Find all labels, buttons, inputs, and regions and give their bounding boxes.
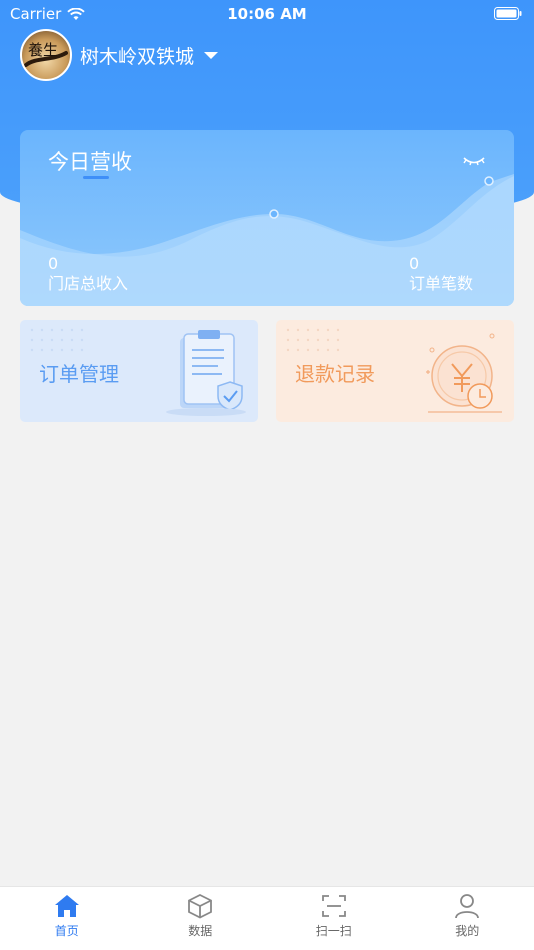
title-underline (83, 176, 109, 179)
store-avatar[interactable]: 養生 (20, 29, 72, 81)
tab-data-label: 数据 (188, 924, 213, 938)
store-income-stat: 0 门店总收入 (48, 254, 128, 294)
battery-icon (494, 7, 522, 20)
status-time: 10:06 AM (227, 5, 307, 23)
clipboard-shield-icon (166, 330, 246, 416)
tab-scan[interactable]: 扫一扫 (267, 887, 401, 950)
store-income-value: 0 (48, 254, 59, 273)
order-management-label[interactable]: 订单管理 (39, 358, 119, 387)
svg-text:養生: 養生 (28, 41, 58, 59)
revenue-title: 今日营收 (48, 150, 132, 174)
refund-records-tile[interactable]: 退款记录 (276, 320, 514, 422)
bottom-tab-bar: 首页 数据 扫一扫 我的 (0, 886, 534, 950)
user-icon (455, 894, 480, 919)
yuan-coin-clock-icon (426, 333, 502, 413)
refund-records-label[interactable]: 退款记录 (295, 358, 375, 387)
tab-profile-label: 我的 (455, 924, 480, 938)
chevron-down-icon[interactable] (204, 51, 219, 59)
scan-icon (321, 895, 346, 917)
tab-home-label: 首页 (54, 924, 79, 938)
home-icon (54, 895, 79, 917)
tab-data[interactable]: 数据 (134, 887, 268, 950)
store-selector[interactable]: 養生 树木岭双铁城 (20, 29, 219, 81)
tab-profile[interactable]: 我的 (401, 887, 534, 950)
tab-scan-label: 扫一扫 (315, 924, 352, 938)
tab-home[interactable]: 首页 (0, 887, 134, 950)
store-income-label: 门店总收入 (48, 274, 129, 293)
eye-closed-icon[interactable] (462, 152, 486, 166)
order-count-value: 0 (409, 254, 420, 273)
cube-icon (188, 893, 213, 919)
revenue-card: 今日营收 0 门店总收入 0 订单笔数 (20, 130, 514, 306)
status-bar: Carrier 10:06 AM (0, 0, 534, 28)
order-count-stat: 0 订单笔数 (409, 254, 473, 294)
store-name[interactable]: 树木岭双铁城 (80, 42, 194, 69)
avatar-calligraphy-image: 養生 (24, 41, 68, 67)
order-management-tile[interactable]: 订单管理 (20, 320, 258, 422)
order-count-label: 订单笔数 (409, 274, 474, 293)
